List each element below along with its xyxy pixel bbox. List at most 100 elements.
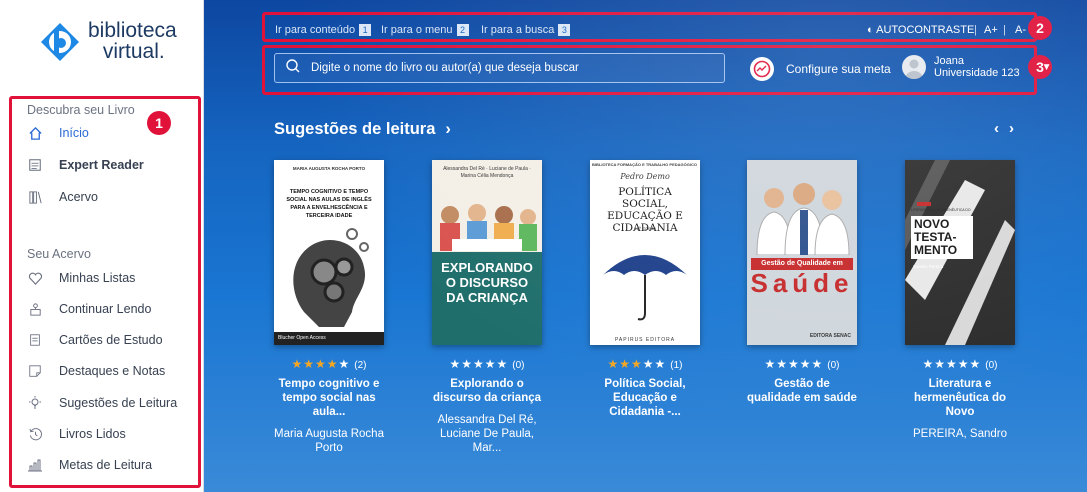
skip-key-badge: 2 [456,24,469,36]
user-info: Joana Universidade 123 [934,55,1020,79]
sidebar-item-label: Minhas Listas [59,271,136,285]
font-increase-button[interactable]: A+ [984,24,998,36]
rating: ★★★★★ (0) [747,357,857,371]
sidebar-item-minhas-listas[interactable]: Minhas Listas [27,265,197,291]
sidebar-item-livros-lidos[interactable]: Livros Lidos [27,421,197,447]
book-card[interactable]: LITERATURA E HERMENÊUTICA DO NOVO TESTA-… [905,160,1015,441]
logo[interactable]: biblioteca virtual. [40,18,190,68]
logo-line2: virtual. [102,40,165,63]
separator: | [1003,24,1006,36]
skip-to-menu-link[interactable]: Ir para o menu 2 [381,24,469,36]
star-icons: ★★★★★ [449,357,509,371]
user-menu[interactable]: Joana Universidade 123 ▼ [902,55,1052,79]
cover-author: MARIA AUGUSTA ROCHA PORTO [292,166,366,171]
carousel-next-button[interactable]: › [1009,120,1024,137]
skip-link-label: Ir para o menu [381,24,453,36]
sidebar-item-continuar-lendo[interactable]: Continuar Lendo [27,296,197,322]
sidebar-item-label: Sugestões de Leitura [59,396,178,410]
book-card[interactable]: Gestão de Qualidade em Saúde EDITORA SEN… [747,160,857,413]
doctors-illustration [756,183,850,255]
cover-title: EXPLORANDO O DISCURSO DA CRIANÇA [441,260,533,305]
book-author: PEREIRA, Sandro [913,428,1007,440]
book-title[interactable]: Política Social, Educação e Cidadania -.… [590,377,700,419]
skip-link-label: Ir para a busca [481,24,555,36]
skip-key-badge: 3 [558,24,571,36]
book-cover[interactable]: LITERATURA E HERMENÊUTICA DO NOVO TESTA-… [905,160,1015,345]
suggestions-title: Sugestões de leitura [274,120,436,138]
section-title-discover: Descubra seu Livro [27,103,135,117]
skip-to-search-link[interactable]: Ir para a busca 3 [481,24,571,36]
suggestions-heading[interactable]: Sugestões de leitura › [274,120,451,139]
sidebar-item-inicio[interactable]: Início [27,120,197,146]
sidebar-item-label: Início [59,126,89,140]
sidebar-item-metas-de-leitura[interactable]: Metas de Leitura [27,452,197,478]
sidebar-item-label: Acervo [59,190,98,204]
search-placeholder: Digite o nome do livro ou autor(a) que d… [311,62,579,74]
contrast-icon: ◐ [867,24,874,36]
rating-count: (0) [827,360,840,371]
sidebar-item-label: Cartões de Estudo [59,333,163,347]
sidebar: biblioteca virtual. 1 Descubra seu Livro… [0,0,204,492]
configure-goal-button[interactable]: Configure sua meta [750,57,891,81]
rating: ★★★★★ (2) [274,357,384,371]
book-title[interactable]: Explorando o discurso da criança [432,377,542,405]
sidebar-item-expert-reader[interactable]: Expert Reader [27,152,197,178]
rating: ★★★★★ (0) [905,357,1015,371]
goal-label: Configure sua meta [786,62,891,76]
book-cover[interactable]: MARIA AUGUSTA ROCHA PORTO TEMPO COGNITIV… [274,160,384,345]
cover-big-title: Saúde [750,268,854,298]
search-input[interactable]: Digite o nome do livro ou autor(a) que d… [274,53,725,83]
font-decrease-button[interactable]: A- [1015,24,1026,36]
logo-mark-icon [41,23,79,61]
star-icons: ★★★★★ [291,357,351,371]
book-title[interactable]: Literatura e hermenêutica do Novo [905,377,1015,419]
book-cover[interactable]: Alessandra Del Ré · Luciane de Paula · M… [432,160,542,345]
cover-author: Pedro Demo [620,172,670,181]
sidebar-item-cartoes-de-estudo[interactable]: Cartões de Estudo [27,327,197,353]
section-title-collection: Seu Acervo [27,247,91,261]
cover-series: BIBLIOTECA FORMAÇÃO E TRABALHO PEDAGÓGIC… [592,162,697,167]
star-icons: ★★★★★ [922,357,982,371]
book-cover[interactable]: BIBLIOTECA FORMAÇÃO E TRABALHO PEDAGÓGIC… [590,160,700,345]
sidebar-item-destaques-e-notas[interactable]: Destaques e Notas [27,358,197,384]
rating: ★★★★★ (0) [432,357,542,371]
autocontrast-toggle[interactable]: ◐ AUTOCONTRASTE [867,24,974,36]
sidebar-item-label: Metas de Leitura [59,458,153,472]
chevron-right-icon: › [445,120,451,138]
book-card[interactable]: MARIA AUGUSTA ROCHA PORTO TEMPO COGNITIV… [274,160,384,455]
cover-footer: PAPIRUS EDITORA [614,337,676,343]
book-author: Maria Augusta Rocha Porto [274,428,384,454]
book-title[interactable]: Gestão de qualidade em saúde [747,377,857,405]
book-title[interactable]: Tempo cognitivo e tempo social nas aula.… [274,377,384,419]
sidebar-item-label: Expert Reader [59,158,144,172]
card-icon [27,332,43,348]
heart-icon [27,270,43,286]
sidebar-item-label: Destaques e Notas [59,364,166,378]
cover-author: Sandro Pereira [913,264,944,269]
user-institution: Universidade 123 [934,67,1020,79]
book-card[interactable]: BIBLIOTECA FORMAÇÃO E TRABALHO PEDAGÓGIC… [590,160,700,427]
lightbulb-icon [27,395,43,411]
cover-footer: Blucher Open Access [274,332,384,345]
bookmark-icon [27,301,43,317]
head-gears-illustration [293,228,369,327]
cover-footer: EDITORA SENAC [809,333,851,339]
carousel-prev-button[interactable]: ‹ [994,120,1009,137]
reader-icon [27,157,43,173]
main-content: 2 Ir para conteúdo 1 Ir para o menu 2 Ir p… [204,0,1087,492]
cover-title: TEMPO COGNITIVO E TEMPO SOCIAL NAS AULAS… [286,189,372,219]
sidebar-item-sugestoes-de-leitura[interactable]: Sugestões de Leitura [27,390,197,416]
book-cover[interactable]: Gestão de Qualidade em Saúde EDITORA SEN… [747,160,857,345]
history-icon [27,426,43,442]
logo-text: biblioteca virtual. [88,20,177,62]
chevron-down-icon: ▼ [1041,61,1052,73]
book-card[interactable]: Alessandra Del Ré · Luciane de Paula · M… [432,160,542,455]
sidebar-item-acervo[interactable]: Acervo [27,184,197,210]
rating-count: (2) [354,360,367,371]
cover-series: LITERATURA E HERMENÊUTICA DO [911,208,971,212]
sidebar-item-label: Continuar Lendo [59,302,152,316]
rating-count: (0) [985,360,998,371]
cover-edition: 13ª Edição [634,226,656,231]
home-icon [27,125,43,141]
skip-to-content-link[interactable]: Ir para conteúdo 1 [275,24,372,36]
